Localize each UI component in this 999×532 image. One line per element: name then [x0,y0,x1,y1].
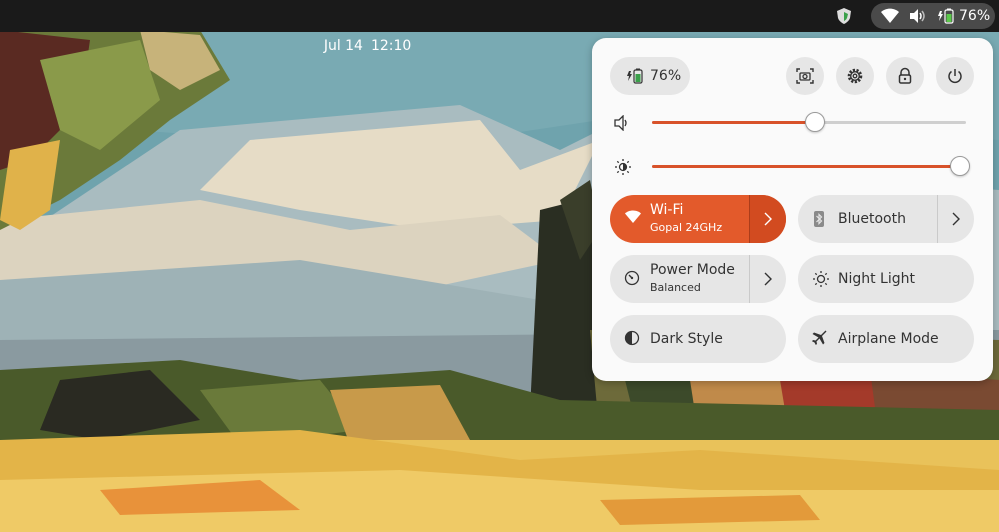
volume-slider[interactable] [652,112,966,132]
top-bar: Jul 14 12:10 76% [0,0,999,54]
battery-button[interactable]: 76% [610,57,690,95]
volume-slider-handle[interactable] [805,112,826,132]
dark-style-icon [624,330,640,346]
volume-slider-fill [652,121,816,124]
battery-charging-icon [627,68,643,84]
settings-icon [847,68,863,84]
airplane-mode-tile-title: Airplane Mode [838,331,939,347]
system-status-area[interactable]: 76% [871,3,995,29]
time-label: 12:10 [370,38,412,54]
wifi-tile[interactable]: Wi-Fi Gopal 24GHz [610,195,786,243]
brightness-icon [615,159,631,175]
dark-style-tile-title: Dark Style [650,331,723,347]
power-mode-tile[interactable]: Power Mode Balanced [610,255,786,303]
power-mode-icon [624,270,640,286]
wifi-network-name: Gopal 24GHz [650,221,723,234]
bluetooth-tile-title: Bluetooth [838,211,906,227]
date-label: Jul 14 [323,38,363,54]
wifi-icon [625,210,641,223]
lock-icon [898,67,912,84]
brightness-slider[interactable] [652,156,970,176]
bluetooth-icon [814,211,824,227]
clock[interactable]: Jul 14 12:10 [306,0,412,54]
bluetooth-menu-button[interactable] [937,195,974,243]
settings-button[interactable] [836,57,874,95]
battery-percentage-label: 76% [650,68,682,84]
dark-style-tile[interactable]: Dark Style [610,315,786,363]
power-mode-tile-title: Power Mode [650,262,735,278]
brightness-slider-handle[interactable] [949,156,970,176]
airplane-icon [812,330,827,345]
night-light-tile-title: Night Light [838,271,915,287]
bluetooth-tile[interactable]: Bluetooth [798,195,974,243]
screenshot-button[interactable] [786,57,824,95]
power-button[interactable] [936,57,974,95]
night-light-icon [813,271,829,287]
shield-icon[interactable] [835,7,853,25]
screenshot-icon [796,68,814,84]
battery-charging-icon [938,8,954,24]
brightness-slider-fill [652,165,960,168]
chevron-right-icon [764,212,772,226]
power-mode-value: Balanced [650,281,701,294]
battery-percentage: 76% [959,8,991,24]
night-light-tile[interactable]: Night Light [798,255,974,303]
lock-button[interactable] [886,57,924,95]
quick-settings-menu: 76% Wi-Fi Gopal 24GHz Bluetooth Power Mo… [592,38,993,381]
power-mode-menu-button[interactable] [749,255,786,303]
volume-icon [910,9,925,23]
wifi-tile-title: Wi-Fi [650,202,684,218]
airplane-mode-tile[interactable]: Airplane Mode [798,315,974,363]
volume-icon [614,115,627,131]
power-icon [948,69,962,84]
chevron-right-icon [764,272,772,286]
wifi-icon [881,8,899,23]
wifi-menu-button[interactable] [749,195,786,243]
chevron-right-icon [952,212,960,226]
